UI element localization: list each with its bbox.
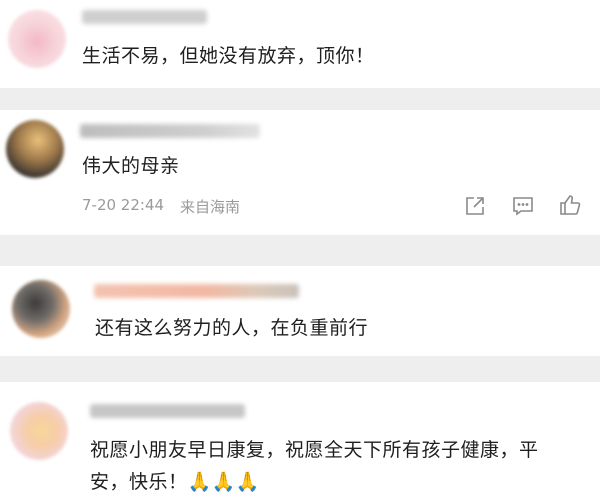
comment-card: 生活不易，但她没有放弃，顶你！ xyxy=(0,0,600,88)
comment-card: 伟大的母亲 7-20 22:44 来自海南 xyxy=(0,110,600,235)
username[interactable] xyxy=(90,404,245,418)
avatar[interactable] xyxy=(8,10,66,68)
comment-text: 伟大的母亲 xyxy=(82,155,180,177)
username[interactable] xyxy=(80,124,260,138)
comment-card: 还有这么努力的人，在负重前行 xyxy=(0,266,600,356)
comment-text-line: 安，快乐！🙏🙏🙏 xyxy=(90,471,260,493)
comment-location: 来自海南 xyxy=(180,198,241,216)
comment-text: 生活不易，但她没有放弃，顶你！ xyxy=(82,45,375,67)
comment-icon[interactable] xyxy=(511,194,535,218)
share-icon[interactable] xyxy=(463,194,487,218)
comment-card: 祝愿小朋友早日康复，祝愿全天下所有孩子健康，平 安，快乐！🙏🙏🙏 xyxy=(0,382,600,499)
username[interactable] xyxy=(82,10,207,24)
comment-date: 7-20 22:44 xyxy=(82,196,165,214)
username[interactable] xyxy=(94,284,299,298)
comment-text-line: 祝愿小朋友早日康复，祝愿全天下所有孩子健康，平 xyxy=(90,439,539,461)
avatar[interactable] xyxy=(6,120,64,178)
comment-text: 还有这么努力的人，在负重前行 xyxy=(95,317,369,339)
avatar[interactable] xyxy=(12,280,70,338)
avatar[interactable] xyxy=(10,402,68,460)
like-icon[interactable] xyxy=(558,193,582,217)
